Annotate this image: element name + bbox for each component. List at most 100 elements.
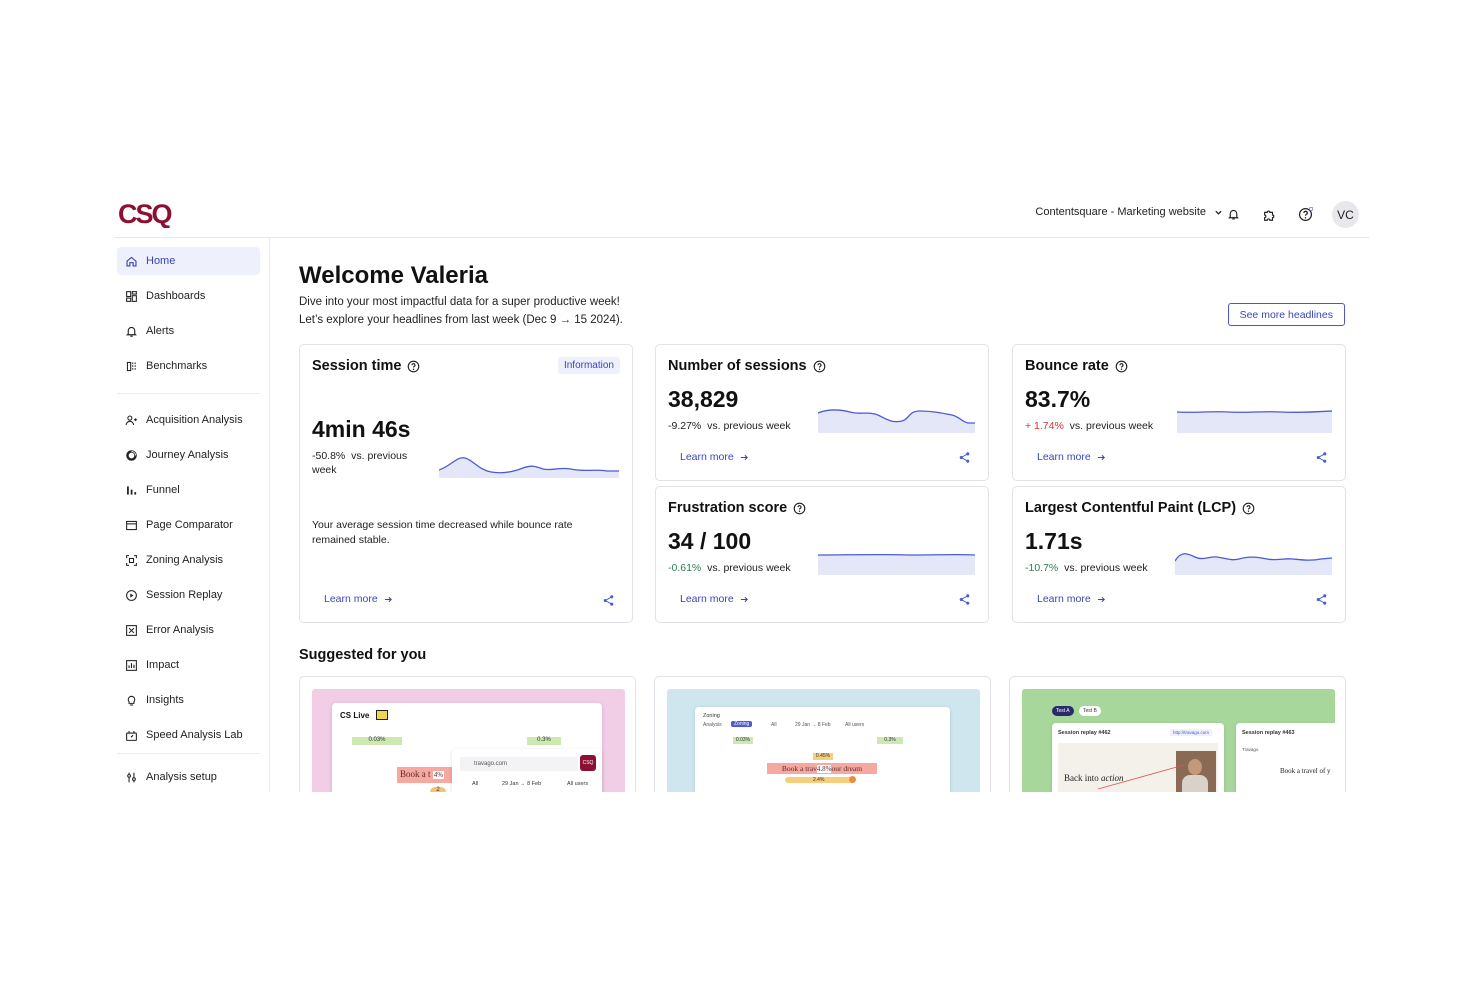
card-title-text: Number of sessions	[668, 358, 807, 374]
card-frustration-score: Frustration score 34 / 100 -0.61% vs. pr…	[655, 486, 989, 623]
sidebar-item-page-comparator[interactable]: Page Comparator	[117, 511, 260, 539]
sidebar-item-label: Acquisition Analysis	[146, 414, 243, 426]
session-b-title: Session replay #463	[1242, 730, 1295, 736]
acquisition-icon	[125, 415, 138, 425]
sidebar-item-dashboards[interactable]: Dashboards	[117, 282, 260, 310]
share-icon[interactable]	[1315, 451, 1328, 464]
delta-label: vs. previous week	[707, 420, 791, 432]
arrow-right-icon	[740, 454, 748, 460]
suggested-section-title: Suggested for you	[299, 647, 427, 663]
learn-more-link[interactable]: Learn more	[680, 451, 749, 463]
sidebar-item-speed-analysis-lab[interactable]: Speed Analysis Lab	[117, 721, 260, 749]
suggested-card-cs-live[interactable]: CS Live 0.03% 0.3% Book a t 4% 2 travago…	[299, 676, 636, 792]
pct-chip-4: 2.4%	[813, 777, 825, 783]
sidebar-item-analysis-setup[interactable]: Analysis setup	[117, 763, 260, 791]
suggested-card-zoning[interactable]: Zoning Analysis Zoning All 29 Jan → 8 Fe…	[654, 676, 991, 792]
session-a-title: Session replay #462	[1058, 730, 1111, 736]
sparkline-session-time	[439, 457, 619, 478]
help-icon[interactable]	[1296, 206, 1314, 224]
sidebar-item-impact[interactable]: Impact	[117, 651, 260, 679]
intro-line-1: Dive into your most impactful data for a…	[299, 296, 620, 308]
delta-text: -10.7% vs. previous week	[1025, 562, 1148, 574]
learn-more-label: Learn more	[680, 593, 734, 605]
zoning-icon	[126, 554, 137, 566]
help-icon[interactable]	[407, 360, 420, 373]
sidebar-item-insights[interactable]: Insights	[117, 686, 260, 714]
page-comparator-icon	[126, 520, 137, 530]
top-bar: CSQ Contentsquare - Marketing website VC	[114, 192, 1369, 238]
sidebar-item-label: Page Comparator	[146, 519, 233, 531]
zoning-filter-2: 29 Jan → 8 Feb	[795, 722, 831, 728]
delta-value: -50.8%	[312, 450, 346, 462]
sidebar-item-label: Speed Analysis Lab	[146, 729, 243, 741]
see-more-headlines-button[interactable]: See more headlines	[1227, 303, 1345, 326]
sidebar-item-label: Impact	[146, 659, 180, 671]
sidebar-item-journey-analysis[interactable]: Journey Analysis	[117, 441, 260, 469]
help-icon[interactable]	[793, 502, 806, 515]
sidebar-item-acquisition-analysis[interactable]: Acquisition Analysis	[117, 406, 260, 434]
avatar[interactable]: VC	[1332, 201, 1359, 228]
share-icon[interactable]	[958, 593, 971, 606]
sidebar: Home Dashboards Alerts Benchmarks Acquis…	[114, 238, 270, 792]
chevron-down-icon	[1215, 210, 1222, 215]
sidebar-item-alerts[interactable]: Alerts	[117, 317, 260, 345]
learn-more-label: Learn more	[324, 593, 378, 605]
bottom-chip: 2	[430, 787, 446, 792]
sidebar-item-funnel[interactable]: Funnel	[117, 476, 260, 504]
bell-icon[interactable]	[1224, 206, 1242, 224]
delta-label: vs. previous	[351, 450, 408, 462]
delta-text: + 1.74% vs. previous week	[1025, 420, 1153, 432]
book-cta-preview: Book a trav4.8%our dream	[767, 763, 877, 774]
sidebar-item-label: Alerts	[146, 325, 175, 337]
learn-more-label: Learn more	[1037, 593, 1091, 605]
sidebar-item-home[interactable]: Home	[117, 247, 260, 275]
card-description: Your average session time decreased whil…	[312, 519, 573, 546]
book-text: Book a t	[400, 769, 431, 779]
share-icon[interactable]	[958, 451, 971, 464]
help-icon[interactable]	[813, 360, 826, 373]
puzzle-icon[interactable]	[1260, 206, 1278, 224]
metric-value: 4min 46s	[312, 416, 411, 442]
learn-more-link[interactable]: Learn more	[1037, 593, 1106, 605]
help-icon[interactable]	[1242, 502, 1255, 515]
intro-text: Dive into your most impactful data for a…	[299, 293, 623, 329]
arrow-right-icon	[384, 596, 392, 602]
error-icon	[126, 624, 137, 636]
replay-a-text-main: Back into	[1064, 773, 1099, 783]
sidebar-item-session-replay[interactable]: Session Replay	[117, 581, 260, 609]
delta-text: -0.61% vs. previous week	[668, 562, 791, 574]
sparkline-sessions	[818, 409, 975, 433]
book-right: our dream	[831, 764, 863, 773]
learn-more-link[interactable]: Learn more	[680, 593, 749, 605]
project-selector[interactable]: Contentsquare - Marketing website	[1035, 206, 1223, 218]
sidebar-item-zoning-analysis[interactable]: Zoning Analysis	[117, 546, 260, 574]
share-icon[interactable]	[602, 594, 615, 607]
sidebar-divider	[117, 753, 260, 754]
sliders-icon	[127, 772, 136, 782]
arrow-right-icon	[1097, 596, 1105, 602]
card-title: Frustration score	[668, 500, 806, 516]
suggested-card-session-replay[interactable]: Test A Test B Session replay #462 http:/…	[1009, 676, 1346, 792]
learn-more-link[interactable]: Learn more	[1037, 451, 1106, 463]
url-bar: travago.com	[460, 757, 578, 771]
arrow-right-icon	[740, 596, 748, 602]
sidebar-item-error-analysis[interactable]: Error Analysis	[117, 616, 260, 644]
card-title-text: Session time	[312, 358, 402, 374]
zoning-filter-3: All users	[845, 722, 865, 728]
card-title-text: Largest Contentful Paint (LCP)	[1025, 500, 1237, 516]
mini-window: Zoning Analysis Zoning All 29 Jan → 8 Fe…	[695, 707, 950, 792]
replay-window-b: Session replay #463 Travago Book a trave…	[1236, 723, 1335, 792]
learn-more-label: Learn more	[680, 451, 734, 463]
session-b-text: Book a travel of y	[1280, 767, 1331, 775]
delta-value: -0.61%	[668, 562, 702, 574]
learn-more-link[interactable]: Learn more	[324, 593, 393, 605]
speed-icon	[126, 730, 137, 741]
sidebar-item-benchmarks[interactable]: Benchmarks	[117, 352, 260, 380]
delta-value: -10.7%	[1025, 562, 1059, 574]
help-icon[interactable]	[1115, 360, 1128, 373]
card-number-of-sessions: Number of sessions 38,829 -9.27% vs. pre…	[655, 344, 989, 481]
share-icon[interactable]	[1315, 593, 1328, 606]
play-icon	[126, 589, 137, 601]
csq-logo[interactable]: CSQ	[118, 198, 178, 228]
metric-value: 38,829	[668, 386, 739, 412]
